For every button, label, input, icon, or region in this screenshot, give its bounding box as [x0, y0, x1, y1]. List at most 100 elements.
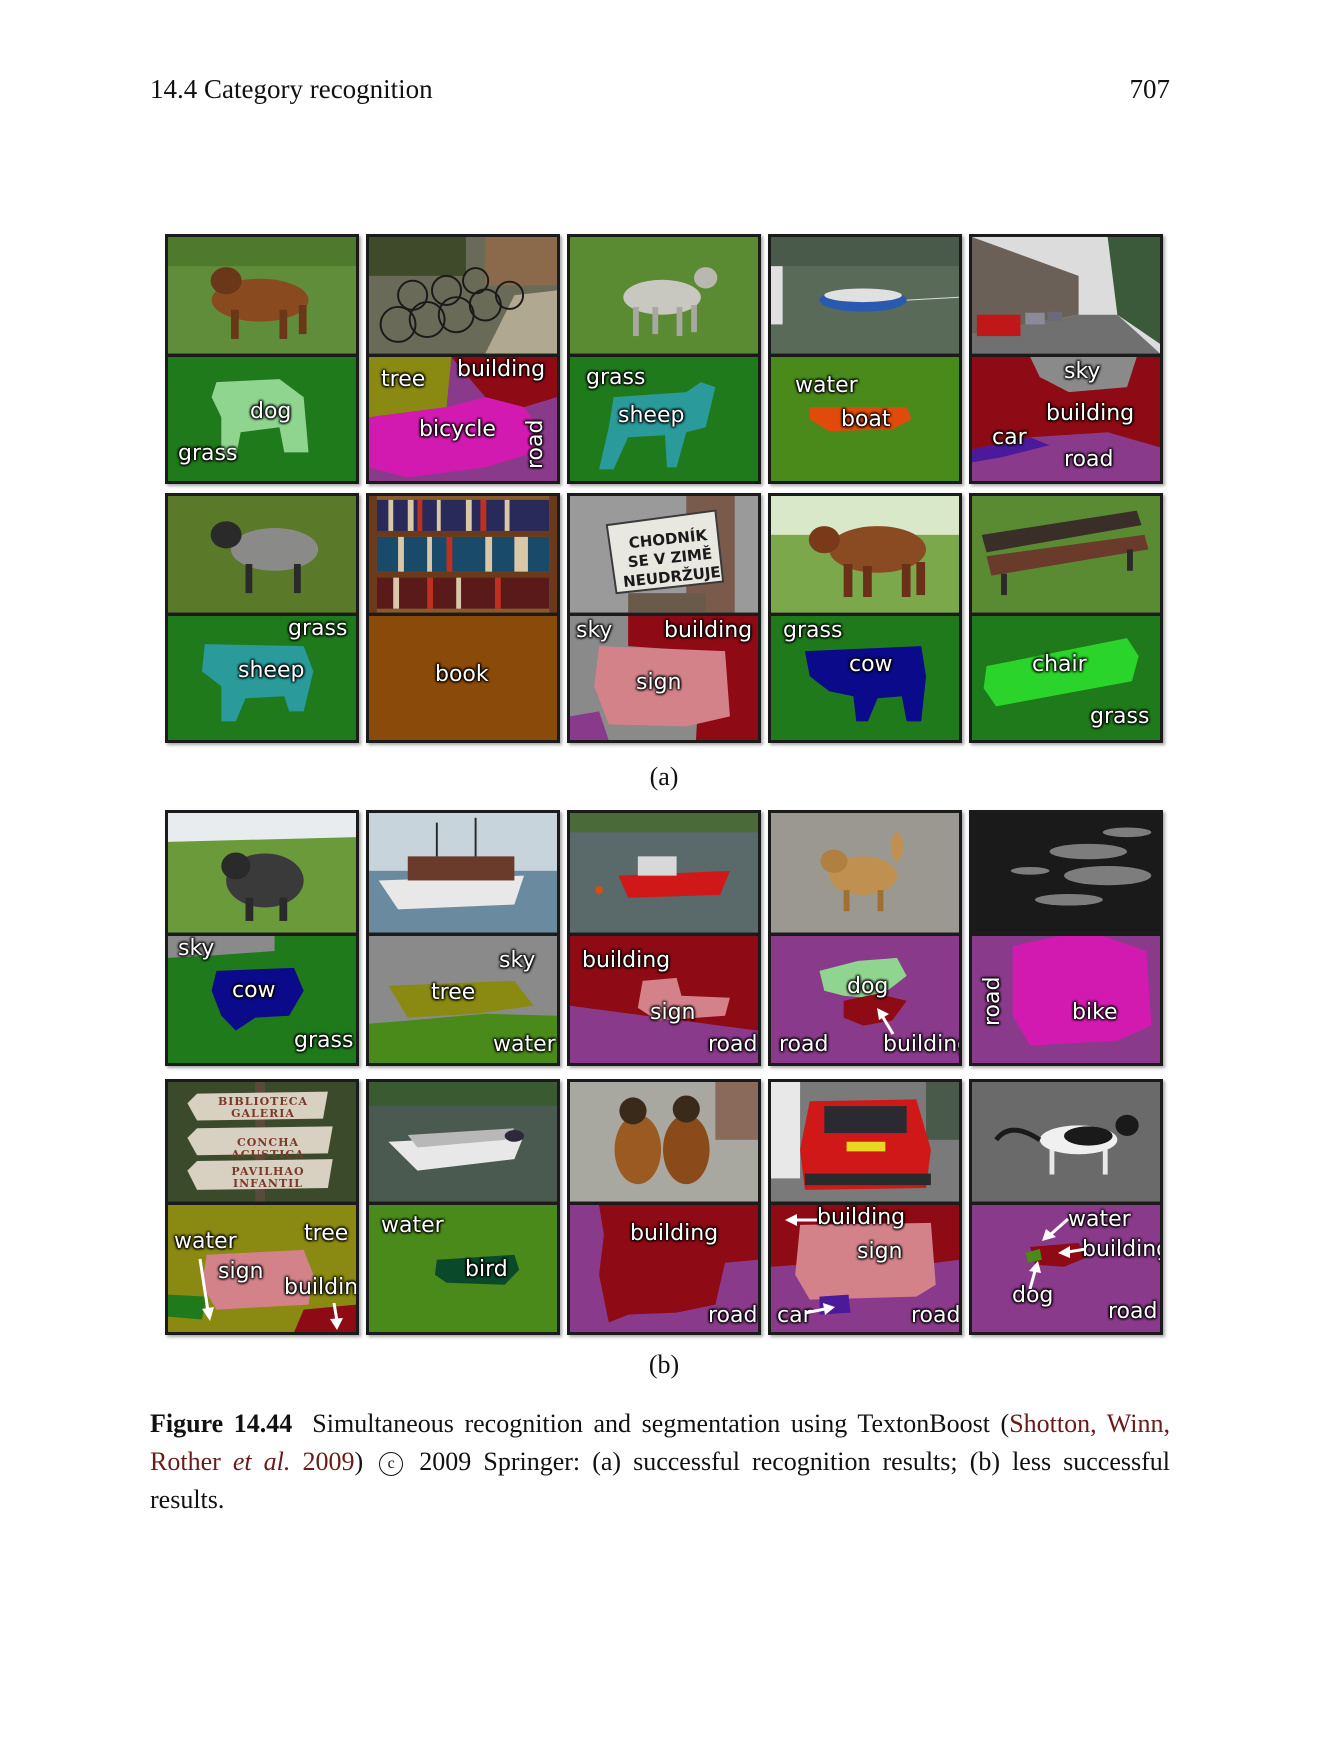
seg-label: building: [284, 1274, 356, 1300]
result-cell-water-sparkle-scene: road bike: [969, 810, 1163, 1066]
figure-panel-a: dog grass tree building bicycle road gra…: [165, 234, 1163, 791]
photo-sheep: [570, 237, 758, 357]
seg-label: road: [779, 1031, 829, 1057]
seg-label: building: [630, 1220, 719, 1246]
result-cell-boat-water: water boat: [768, 234, 962, 484]
seg-label: grass: [288, 615, 348, 641]
seg-label: bike: [1072, 999, 1118, 1025]
segmentation-cat: water building dog road: [972, 1204, 1160, 1332]
segmentation-street: sky building car road: [972, 356, 1160, 481]
seg-label: grass: [1090, 703, 1150, 729]
result-cell-sign-scene: CHODNÍK SE V ZIMĚ NEUDRŽUJE sky building…: [567, 493, 761, 743]
seg-label: sky: [576, 617, 613, 643]
segmentation-bookshelf: book: [369, 615, 557, 740]
seg-label: bird: [465, 1256, 508, 1282]
result-cell-pig-scene: sky cow grass: [165, 810, 359, 1066]
arrow-icon: [785, 1213, 817, 1226]
segmentation-sign: sky building sign: [570, 615, 758, 740]
segmentation-bicycles: tree building bicycle road: [369, 356, 557, 481]
photo-signpost: BIBLIOTECA GALERIA CONCHA ACUSTICA PAVIL…: [168, 1082, 356, 1205]
photo-red-boat: [570, 813, 758, 936]
photo-pig: [168, 813, 356, 936]
seg-label: building: [664, 617, 753, 643]
seg-label: water: [381, 1212, 444, 1238]
photo-red-car: [771, 1082, 959, 1205]
seg-label: grass: [294, 1027, 354, 1053]
seg-label: chair: [1032, 651, 1087, 677]
seg-label: building: [457, 356, 546, 382]
seg-label: tree: [381, 366, 426, 392]
caption-text: ): [354, 1447, 376, 1476]
figure-caption: Figure 14.44 Simultaneous recognition and…: [150, 1405, 1170, 1519]
seg-label: water: [493, 1031, 556, 1057]
photo-white-boat: [369, 1082, 557, 1205]
seg-label: road: [1108, 1298, 1158, 1324]
seg-label: tree: [431, 979, 476, 1005]
seg-label: water: [174, 1228, 237, 1254]
segmentation-two-dogs: building road: [570, 1204, 758, 1332]
result-cell-street-scene: sky building car road: [969, 234, 1163, 484]
result-cell-ship-scene: sky tree water: [366, 810, 560, 1066]
result-cell-red-boat-scene: building sign road: [567, 810, 761, 1066]
result-cell-signpost-scene: BIBLIOTECA GALERIA CONCHA ACUSTICA PAVIL…: [165, 1079, 359, 1335]
arrow-icon: [198, 1258, 214, 1321]
seg-label: building: [1046, 400, 1135, 426]
seg-label: building: [883, 1031, 959, 1057]
seg-label: water: [1068, 1206, 1131, 1232]
plaque-text-2: CONCHA ACUSTICA: [231, 1136, 305, 1161]
arrow-icon: [1058, 1245, 1086, 1258]
section-title: 14.4 Category recognition: [150, 74, 433, 104]
result-cell-bench-grass: chair grass: [969, 493, 1163, 743]
plaque-text-3: PAVILHAO INFANTIL: [231, 1165, 305, 1190]
seg-label: grass: [178, 440, 238, 466]
result-cell-bicycle-scene: tree building bicycle road: [366, 234, 560, 484]
plaque-text-1: BIBLIOTECA GALERIA: [217, 1095, 309, 1120]
seg-label: sign: [857, 1238, 903, 1264]
photo-boat: [771, 237, 959, 357]
seg-label: sky: [1064, 358, 1101, 384]
seg-label: road: [523, 419, 548, 469]
segmentation-red-boat: building sign road: [570, 935, 758, 1063]
segmentation-boat: water boat: [771, 356, 959, 481]
photo-sign: CHODNÍK SE V ZIMĚ NEUDRŽUJE: [570, 496, 758, 616]
result-cell-white-boat-scene: water bird: [366, 1079, 560, 1335]
photo-water-sparkle: [972, 813, 1160, 936]
segmentation-water-sparkle: road bike: [972, 935, 1160, 1063]
page-number: 707: [1129, 74, 1171, 104]
segmentation-signpost: water tree sign building: [168, 1204, 356, 1332]
segmentation-ship: sky tree water: [369, 935, 557, 1063]
copyright-icon: c: [379, 1452, 404, 1476]
result-cell-dog-grass: dog grass: [165, 234, 359, 484]
seg-label: bicycle: [419, 416, 496, 442]
photo-dog: [168, 237, 356, 357]
result-cell-red-car-scene: building sign car road: [768, 1079, 962, 1335]
seg-label: boat: [841, 406, 891, 432]
caption-text: Simultaneous recognition and segmentatio…: [312, 1409, 1010, 1438]
figure-number: Figure 14.44: [150, 1409, 293, 1438]
segmentation-dog-road: dog road building: [771, 935, 959, 1063]
seg-label: tree: [304, 1220, 349, 1246]
result-cell-bookshelf: book: [366, 493, 560, 743]
seg-label: sky: [178, 935, 215, 961]
seg-label: book: [435, 661, 489, 687]
seg-label: sky: [499, 947, 536, 973]
photo-dog-road: [771, 813, 959, 936]
seg-label: road: [911, 1302, 959, 1328]
arrow-icon: [1042, 1217, 1069, 1241]
seg-label: cow: [849, 651, 893, 677]
segmentation-white-boat: water bird: [369, 1204, 557, 1332]
result-cell-cat-scene: water building dog road: [969, 1079, 1163, 1335]
arrow-icon: [1028, 1260, 1041, 1289]
seg-label: dog: [847, 973, 889, 999]
segmentation-sheep: grass sheep: [570, 356, 758, 481]
result-cell-two-dogs-scene: building road: [567, 1079, 761, 1335]
seg-label: road: [708, 1031, 758, 1057]
seg-label: building: [582, 947, 671, 973]
seg-label: sheep: [618, 402, 685, 428]
seg-label: water: [795, 372, 858, 398]
seg-label: car: [992, 424, 1027, 450]
segmentation-red-car: building sign car road: [771, 1204, 959, 1332]
photo-bookshelf: [369, 496, 557, 616]
seg-label: sign: [650, 999, 696, 1025]
seg-label: road: [980, 976, 1005, 1026]
